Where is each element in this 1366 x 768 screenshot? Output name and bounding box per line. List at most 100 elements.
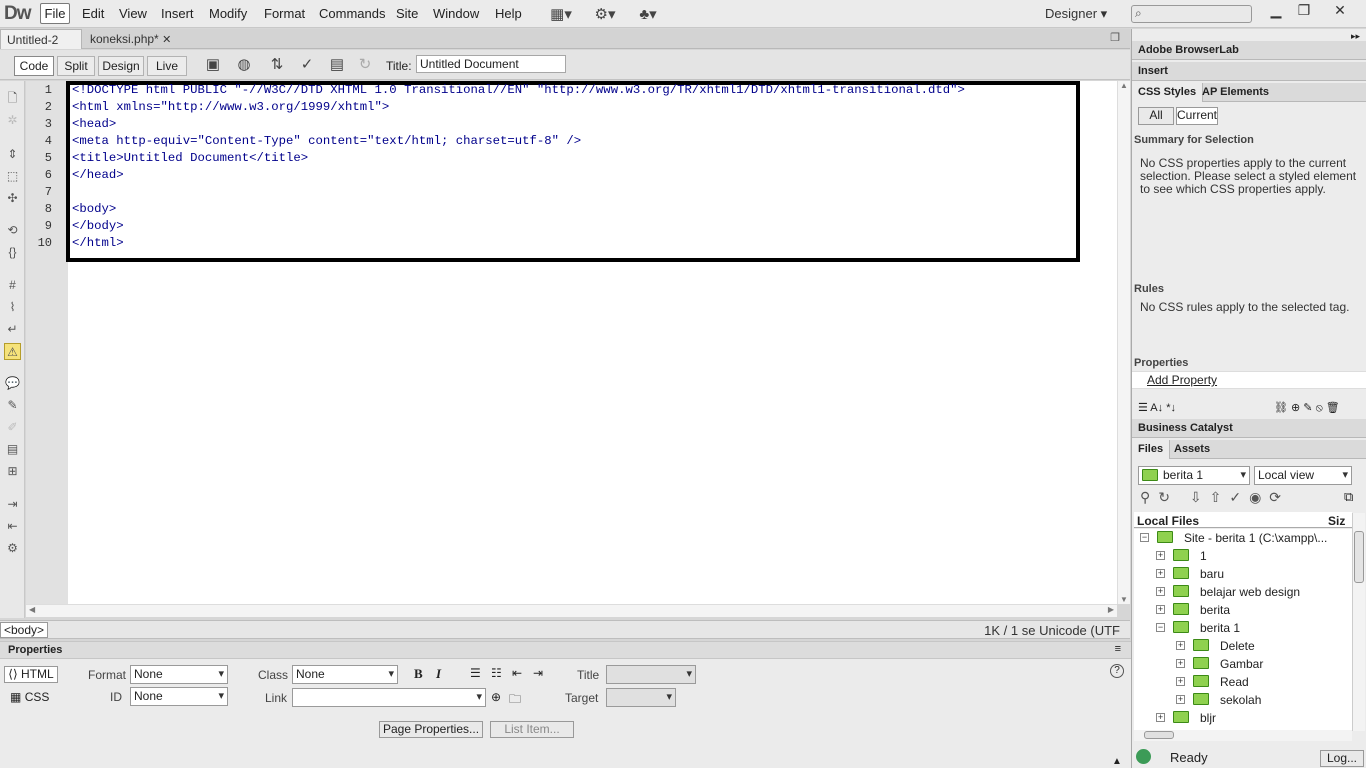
layout-icon[interactable]: ▦▾ (550, 5, 572, 23)
collapse-icon[interactable]: − (1140, 533, 1149, 542)
file-tree-item[interactable]: + sekolah (1132, 691, 1345, 709)
bold-button[interactable]: B (414, 666, 423, 682)
apply-comment-icon[interactable]: 💬 (4, 375, 21, 392)
files-vscroll[interactable] (1352, 513, 1365, 731)
site-icon[interactable]: ♣▾ (637, 5, 659, 23)
class-select[interactable]: None (292, 665, 398, 684)
file-tree-item[interactable]: − Site - berita 1 (C:\xampp\... (1132, 529, 1345, 547)
panel-menu-icon[interactable]: ≡ (1115, 643, 1121, 655)
menu-help[interactable]: Help (495, 6, 522, 21)
tab-untitled-2[interactable]: Untitled-2 (0, 29, 82, 49)
preview-browser-icon[interactable]: ◍ (233, 55, 255, 73)
view-select[interactable]: Local view (1254, 466, 1352, 485)
code-line[interactable]: <body> (72, 202, 116, 216)
collapse-icon[interactable]: − (1156, 623, 1165, 632)
extend-gear-icon[interactable]: ⚙▾ (594, 5, 616, 23)
visual-aids-icon[interactable]: ▤ (326, 55, 348, 73)
browse-folder-icon[interactable]: 🗀 (509, 690, 521, 711)
restore-button[interactable]: ❐ (1290, 2, 1318, 22)
tab-files[interactable]: Files (1132, 440, 1171, 459)
insert-panel[interactable]: Insert (1132, 62, 1366, 81)
workspace-switcher[interactable]: Designer ▾ (1045, 6, 1107, 22)
point-to-file-icon[interactable]: ⊕ (491, 690, 501, 704)
recent-snippets-icon[interactable]: ▤ (4, 441, 21, 458)
remove-comment-icon[interactable]: ✎ (4, 397, 21, 414)
highlight-invalid-icon[interactable]: ⌇ (4, 299, 21, 316)
search-input[interactable]: ⌕ (1131, 5, 1252, 23)
menu-format[interactable]: Format (264, 6, 305, 21)
restore-doc-icon[interactable]: ❐ (1110, 31, 1120, 44)
menu-site[interactable]: Site (396, 6, 418, 21)
menu-insert[interactable]: Insert (161, 6, 194, 21)
menu-window[interactable]: Window (433, 6, 479, 21)
site-select[interactable]: berita 1 (1138, 466, 1250, 485)
file-management-icon[interactable]: ⇅ (266, 55, 288, 73)
document-title-field[interactable]: Untitled Document (416, 55, 566, 73)
format-source-icon[interactable]: ⚙ (4, 540, 21, 557)
title-field[interactable] (606, 665, 696, 684)
category-view-icon[interactable]: ☰ A↓ *↓ (1138, 401, 1176, 414)
help-icon[interactable]: ? (1110, 664, 1124, 678)
add-property-link[interactable]: Add Property (1147, 373, 1217, 387)
move-css-icon[interactable]: ⊞ (4, 463, 21, 480)
check-browser-icon[interactable]: ✓ (296, 55, 318, 73)
close-button[interactable]: ✕ (1326, 2, 1354, 22)
live-view-button[interactable]: Live (147, 56, 187, 76)
show-code-navigator-icon[interactable]: ✲ (4, 112, 21, 129)
files-hscroll[interactable] (1134, 730, 1352, 741)
file-tree-item[interactable]: + berita (1132, 601, 1345, 619)
menu-commands[interactable]: Commands (319, 6, 385, 21)
balance-braces-icon[interactable]: {} (4, 244, 21, 261)
line-numbers-icon[interactable]: # (4, 277, 21, 294)
css-mode-button[interactable]: ▦ CSS (10, 690, 49, 704)
design-view-button[interactable]: Design (98, 56, 144, 76)
italic-button[interactable]: I (436, 666, 441, 682)
format-select[interactable]: None (130, 665, 228, 684)
code-line[interactable]: </html> (72, 236, 124, 250)
all-button[interactable]: All (1138, 107, 1174, 125)
file-tree-item[interactable]: + belajar web design (1132, 583, 1345, 601)
file-tree-item[interactable]: +1 (1132, 547, 1345, 565)
collapse-selection-icon[interactable]: ⬚ (4, 168, 21, 185)
menu-file[interactable]: File (40, 3, 70, 24)
expand-icon[interactable]: + (1156, 605, 1165, 614)
log-button[interactable]: Log... (1320, 750, 1364, 767)
tab-koneksi[interactable]: koneksi.php* ✕ (84, 29, 180, 49)
id-select[interactable]: None (130, 687, 228, 706)
expand-icon[interactable]: + (1176, 677, 1185, 686)
file-tree-item[interactable]: + Gambar (1132, 655, 1345, 673)
word-wrap-icon[interactable]: ↵ (4, 321, 21, 338)
code-line[interactable]: <!DOCTYPE html PUBLIC "-//W3C//DTD XHTML… (72, 83, 965, 97)
code-line[interactable]: <head> (72, 117, 116, 131)
close-icon[interactable]: ✕ (162, 34, 171, 46)
multiscreen-icon[interactable]: ▣ (202, 55, 224, 73)
browserlab-panel[interactable]: Adobe BrowserLab (1132, 41, 1366, 60)
file-tree-item[interactable]: − berita 1 (1132, 619, 1345, 637)
tab-assets[interactable]: Assets (1168, 440, 1216, 459)
html-mode-button[interactable]: ⟨⟩ HTML (4, 666, 58, 683)
minimize-button[interactable]: ▁ (1262, 2, 1290, 22)
indent-icon[interactable]: ⇥ (533, 666, 543, 680)
code-line[interactable]: <title>Untitled Document</title> (72, 151, 308, 165)
link-field[interactable] (292, 688, 486, 707)
ordered-list-icon[interactable]: ☷ (491, 666, 502, 680)
file-tree-item[interactable]: + Delete (1132, 637, 1345, 655)
expand-icon[interactable]: + (1156, 551, 1165, 560)
vertical-scrollbar[interactable]: ▲ ▼ (1117, 81, 1130, 604)
code-line[interactable]: </body> (72, 219, 124, 233)
collapse-icon[interactable]: ▲ (1112, 756, 1122, 767)
menu-edit[interactable]: Edit (82, 6, 104, 21)
expand-icon[interactable]: + (1156, 569, 1165, 578)
tab-ap-elements[interactable]: AP Elements (1196, 83, 1275, 102)
file-tree-item[interactable]: + baru (1132, 565, 1345, 583)
expand-icon[interactable]: + (1156, 713, 1165, 722)
tag-selector[interactable]: <body> (0, 622, 49, 638)
page-properties-button[interactable]: Page Properties... (379, 721, 483, 738)
file-tree-item[interactable]: + bljr (1132, 709, 1345, 727)
menu-modify[interactable]: Modify (209, 6, 247, 21)
unordered-list-icon[interactable]: ☰ (470, 666, 481, 680)
expand-icon[interactable]: + (1176, 641, 1185, 650)
outdent-code-icon[interactable]: ⇤ (4, 518, 21, 535)
menu-view[interactable]: View (119, 6, 147, 21)
expand-icon[interactable]: + (1176, 695, 1185, 704)
